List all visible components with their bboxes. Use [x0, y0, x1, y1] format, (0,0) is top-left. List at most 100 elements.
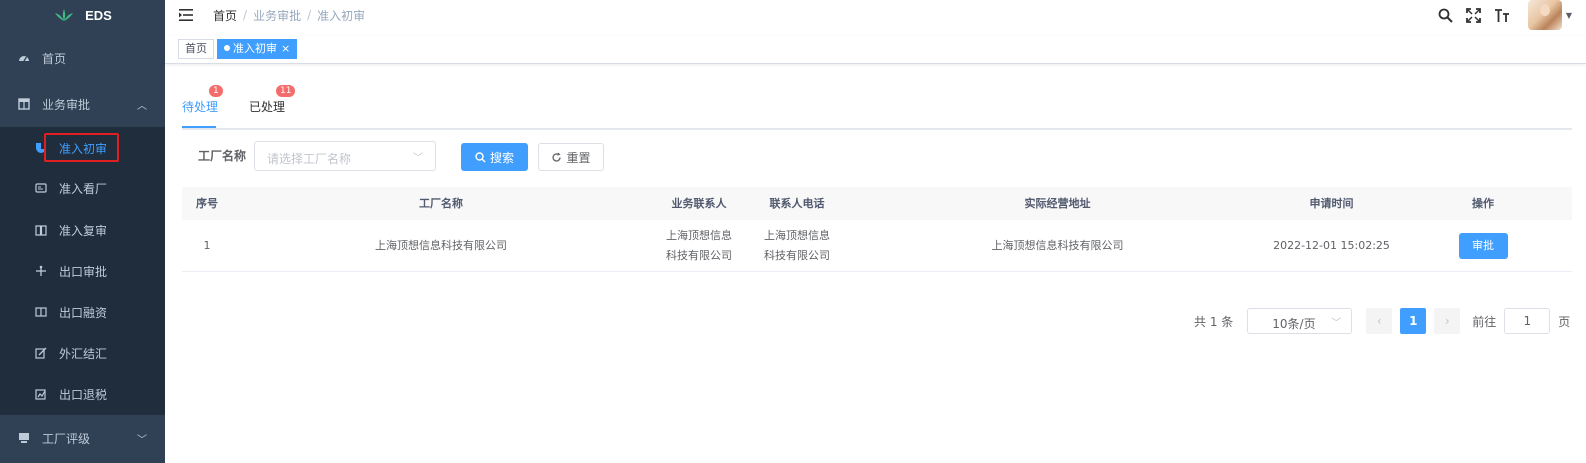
factory-name-label: 工厂名称 [198, 149, 247, 163]
tab-pending[interactable]: 待处理 1 [182, 85, 223, 115]
approve-button[interactable]: 审批 [1458, 232, 1508, 259]
sidebar-group-label: 业务审批 [42, 97, 91, 112]
book-icon [35, 224, 47, 236]
anchor-icon [35, 265, 47, 277]
chevron-up-icon: ︿ [137, 100, 147, 112]
tag-label: 准入初审 [233, 42, 277, 55]
sidebar-item-label: 出口退税 [59, 387, 108, 402]
tab-label: 待处理 [182, 100, 219, 114]
sidebar-item-admission-recheck[interactable]: 准入复审 [0, 210, 165, 250]
tabs: 待处理 1 已处理 11 [182, 85, 1572, 130]
cell-phone-line: 上海顶想信息 [764, 228, 830, 242]
table-icon [18, 98, 30, 110]
tab-label: 已处理 [249, 100, 286, 114]
page-size-value: 10条/页 [1272, 317, 1316, 331]
sidebar-item-export-approval[interactable]: 出口审批 [0, 251, 165, 291]
active-dot-icon [224, 45, 230, 51]
sidebar-item-home[interactable]: 首页 [0, 38, 165, 78]
search-button-label: 搜索 [489, 150, 514, 165]
review-table: 序号 工厂名称 业务联系人 联系人电话 实际经营地址 申请时间 操作 1 上海顶… [182, 187, 1572, 272]
sidebar-group-label: 工厂评级 [42, 431, 91, 446]
chevron-down-icon: ﹀ [1331, 318, 1342, 329]
cell-contact-line: 上海顶想信息 [666, 228, 732, 242]
sidebar-item-factory-visit[interactable]: 准入看厂 [0, 168, 165, 208]
caret-down-icon[interactable]: ▼ [1566, 11, 1572, 20]
sidebar-item-label: 准入复审 [59, 223, 108, 238]
sidebar-item-label: 首页 [42, 51, 67, 66]
sidebar-group-factory-rating[interactable]: 工厂评级 ﹀ [0, 418, 165, 458]
table-row: 1 上海顶想信息科技有限公司 上海顶想信息 科技有限公司 上海顶想信息 科技有限… [182, 220, 1572, 272]
sidebar: EDS 首页 业务审批 ︿ 准入初审 准入看厂 准入复审 出口审批 出口融资 外… [0, 0, 165, 463]
cell-contact-line: 科技有限公司 [666, 248, 732, 262]
logo[interactable]: EDS [0, 0, 165, 30]
pagination: 共 1 条 10条/页 ﹀ ‹ 1 › 前往 1 页 [1194, 308, 1570, 334]
column-header-index: 序号 [196, 196, 218, 210]
close-icon[interactable]: × [281, 42, 290, 55]
column-header-address: 实际经营地址 [1024, 196, 1091, 210]
breadcrumb-separator: / [307, 8, 312, 22]
reset-button-label: 重置 [566, 150, 591, 165]
search-button[interactable]: 搜索 [461, 143, 528, 171]
cell-phone-line: 科技有限公司 [764, 248, 830, 262]
cell-address: 上海顶想信息科技有限公司 [991, 238, 1124, 252]
monitor-icon [18, 432, 30, 444]
breadcrumb-current: 准入初审 [317, 8, 366, 23]
cell-apply-time: 2022-12-01 15:02:25 [1273, 238, 1390, 252]
sidebar-group-approval[interactable]: 业务审批 ︿ [0, 84, 165, 124]
tag-admission-initial-review[interactable]: 准入初审 × [217, 39, 298, 59]
active-tab-indicator [182, 126, 216, 128]
breadcrumb-home[interactable]: 首页 [213, 7, 237, 24]
table-header: 序号 工厂名称 业务联系人 联系人电话 实际经营地址 申请时间 操作 [182, 187, 1572, 220]
prev-page-button[interactable]: ‹ [1366, 308, 1393, 334]
next-page-button[interactable]: › [1434, 308, 1461, 334]
page-size-select[interactable]: 10条/页 ﹀ [1247, 308, 1353, 334]
navbar: 首页 / 业务审批 / 准入初审 ▼ [165, 0, 1586, 30]
cell-contact: 上海顶想信息 科技有限公司 [650, 226, 748, 266]
goto-label: 前往 [1472, 314, 1497, 329]
sidebar-item-label: 出口融资 [59, 305, 108, 320]
cell-factory-name: 上海顶想信息科技有限公司 [375, 238, 507, 252]
columns-icon [35, 306, 47, 318]
edit-icon [35, 347, 47, 359]
hamburger-icon[interactable] [179, 9, 193, 21]
factory-name-select[interactable]: 请选择工厂名称 ﹀ [254, 141, 436, 171]
dashboard-icon [18, 52, 30, 64]
cell-actions: 审批 [1394, 232, 1572, 259]
column-header-apply-time: 申请时间 [1309, 196, 1354, 210]
sidebar-item-label: 外汇结汇 [59, 346, 108, 361]
breadcrumb: 首页 / 业务审批 / 准入初审 [213, 7, 365, 24]
breadcrumb-approval[interactable]: 业务审批 [253, 7, 301, 24]
avatar[interactable] [1527, 0, 1562, 30]
chart-edit-icon [35, 388, 47, 400]
page-unit-label: 页 [1558, 314, 1571, 329]
id-card-icon [35, 182, 47, 194]
font-size-icon[interactable] [1494, 7, 1510, 23]
goto-page-input[interactable]: 1 [1504, 308, 1551, 334]
pending-count-badge: 1 [209, 85, 223, 97]
search-icon[interactable] [1438, 7, 1454, 23]
main-content: 待处理 1 已处理 11 工厂名称 请选择工厂名称 ﹀ 搜索 重置 序号 工厂名… [165, 64, 1586, 463]
tab-processed[interactable]: 已处理 11 [249, 85, 296, 115]
breadcrumb-separator: / [243, 8, 248, 22]
cell-phone: 上海顶想信息 科技有限公司 [748, 226, 846, 266]
select-placeholder: 请选择工厂名称 [267, 152, 352, 166]
page-number-button[interactable]: 1 [1400, 308, 1427, 334]
column-header-actions: 操作 [1472, 196, 1494, 210]
fullscreen-icon[interactable] [1466, 7, 1482, 23]
tag-home[interactable]: 首页 [178, 39, 214, 59]
column-header-contact: 业务联系人 [671, 196, 727, 210]
pagination-total: 共 1 条 [1194, 314, 1234, 329]
sidebar-item-export-financing[interactable]: 出口融资 [0, 292, 165, 332]
tags-view: 首页 准入初审 × [165, 36, 1586, 64]
reset-button[interactable]: 重置 [538, 143, 604, 171]
highlight-box [44, 133, 119, 162]
processed-count-badge: 11 [276, 85, 296, 97]
sidebar-item-export-tax-refund[interactable]: 出口退税 [0, 374, 165, 414]
search-icon [475, 151, 486, 163]
sidebar-item-label: 准入看厂 [59, 181, 108, 196]
sidebar-item-fx-settlement[interactable]: 外汇结汇 [0, 333, 165, 373]
cell-index: 1 [203, 238, 211, 252]
app-title: EDS [85, 7, 112, 23]
refresh-icon [552, 152, 562, 162]
chevron-down-icon: ﹀ [413, 153, 423, 164]
